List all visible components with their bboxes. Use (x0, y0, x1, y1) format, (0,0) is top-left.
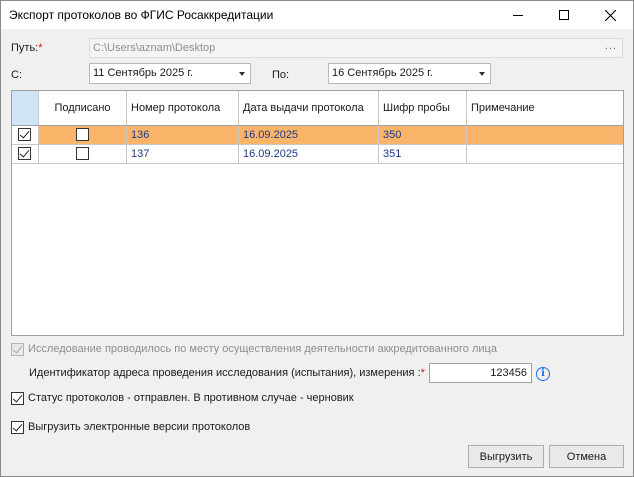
status-sent-option[interactable]: Статус протоколов - отправлен. В противн… (11, 392, 611, 406)
export-electronic-label[interactable]: Выгрузить электронные версии протоколов (28, 421, 250, 433)
row-select-checkbox[interactable] (18, 147, 31, 160)
grid-header: Подписано Номер протокола Дата выдачи пр… (12, 91, 623, 126)
status-sent-label[interactable]: Статус протоколов - отправлен. В противн… (28, 392, 354, 404)
date-to-label: По: (272, 69, 290, 81)
export-electronic-checkbox[interactable] (11, 421, 24, 434)
path-label: Путь:* (11, 42, 43, 54)
row-select-cell[interactable] (12, 126, 39, 144)
protocols-grid[interactable]: Подписано Номер протокола Дата выдачи пр… (11, 90, 624, 336)
maximize-icon (559, 10, 569, 20)
column-header-select[interactable] (12, 91, 39, 125)
minimize-icon (513, 14, 523, 16)
close-icon (604, 9, 616, 21)
address-id-label: Идентификатор адреса проведения исследов… (29, 367, 425, 379)
signed-checkbox[interactable] (76, 147, 89, 160)
chevron-down-icon (479, 72, 485, 76)
signed-cell[interactable] (39, 145, 127, 163)
note-cell[interactable] (467, 145, 623, 163)
title-bar[interactable]: Экспорт протоколов во ФГИС Росаккредитац… (1, 1, 633, 29)
export-dialog: Экспорт протоколов во ФГИС Росаккредитац… (0, 0, 634, 477)
path-value: C:\Users\aznam\Desktop (93, 42, 216, 54)
signed-checkbox[interactable] (76, 128, 89, 141)
info-icon[interactable]: i (536, 367, 550, 381)
date-to-value: 16 Сентябрь 2025 г. (332, 67, 433, 79)
column-header-signed[interactable]: Подписано (39, 91, 127, 125)
minimize-button[interactable] (495, 1, 541, 29)
export-electronic-option[interactable]: Выгрузить электронные версии протоколов (11, 421, 611, 435)
signed-cell[interactable] (39, 126, 127, 144)
sample-code-cell[interactable]: 350 (379, 126, 467, 144)
column-header-sample-code[interactable]: Шифр пробы (379, 91, 467, 125)
address-id-input[interactable]: 123456 (429, 363, 532, 383)
column-header-issue-date[interactable]: Дата выдачи протокола (239, 91, 379, 125)
browse-button[interactable]: ... (605, 40, 617, 52)
window-title: Экспорт протоколов во ФГИС Росаккредитац… (9, 8, 274, 22)
column-header-note[interactable]: Примечание (467, 91, 623, 125)
onsite-label: Исследование проводилось по месту осущес… (28, 343, 497, 355)
path-input[interactable]: C:\Users\aznam\Desktop ... (89, 38, 623, 58)
onsite-checkbox (11, 343, 24, 356)
onsite-option: Исследование проводилось по месту осущес… (11, 343, 611, 357)
chevron-down-icon (239, 72, 245, 76)
table-row[interactable]: 137 16.09.2025 351 (12, 145, 623, 164)
close-button[interactable] (587, 1, 633, 29)
number-cell[interactable]: 137 (127, 145, 239, 163)
date-to-picker[interactable]: 16 Сентябрь 2025 г. (328, 63, 491, 84)
maximize-button[interactable] (541, 1, 587, 29)
row-select-cell[interactable] (12, 145, 39, 163)
date-from-value: 11 Сентябрь 2025 г. (93, 67, 194, 79)
number-cell[interactable]: 136 (127, 126, 239, 144)
issue-date-cell[interactable]: 16.09.2025 (239, 145, 379, 163)
cancel-button[interactable]: Отмена (549, 445, 624, 468)
column-header-number[interactable]: Номер протокола (127, 91, 239, 125)
sample-code-cell[interactable]: 351 (379, 145, 467, 163)
table-row[interactable]: 136 16.09.2025 350 (12, 126, 623, 145)
status-sent-checkbox[interactable] (11, 392, 24, 405)
export-button[interactable]: Выгрузить (468, 445, 544, 468)
date-from-picker[interactable]: 11 Сентябрь 2025 г. (89, 63, 251, 84)
note-cell[interactable] (467, 126, 623, 144)
date-from-label: С: (11, 69, 22, 81)
row-select-checkbox[interactable] (18, 128, 31, 141)
issue-date-cell[interactable]: 16.09.2025 (239, 126, 379, 144)
